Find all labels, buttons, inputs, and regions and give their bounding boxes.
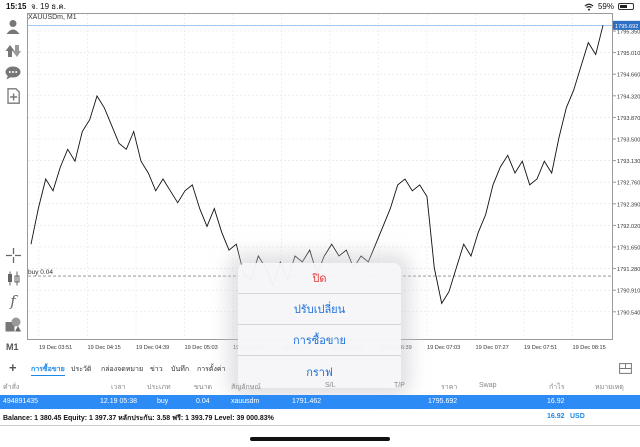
new-order-icon[interactable] xyxy=(5,88,21,104)
x-tick-label: 19 Dec 03:51 xyxy=(39,345,72,351)
col-price: ราคา xyxy=(441,384,458,391)
x-tick-label: 19 Dec 05:03 xyxy=(185,345,218,351)
status-bar: 15:15 จ. 19 ธ.ค. 59% xyxy=(0,0,640,13)
order-size: 0.04 xyxy=(196,398,210,405)
current-price-tag: 1795.692 xyxy=(615,24,638,30)
col-size: ขนาด xyxy=(194,384,213,391)
col-order: คำสั่ง xyxy=(3,384,20,391)
balance-bar: Balance: 1 380.45 Equity: 1 397.37 หลักป… xyxy=(0,409,640,426)
tab-mailbox[interactable]: กล่องจดหมาย xyxy=(101,364,143,375)
order-id: 494891435 xyxy=(3,398,39,405)
y-tick-label: 1790.910 xyxy=(617,289,640,295)
table-row[interactable]: 494891435 12.19 05:38 buy 0.04 xauusdm 1… xyxy=(0,395,640,409)
y-tick-label: 1791.650 xyxy=(617,246,640,252)
y-tick-label: 1795.350 xyxy=(617,30,640,36)
objects-icon[interactable] xyxy=(5,316,21,332)
y-tick-label: 1790.540 xyxy=(617,310,640,316)
price-axis: 1795.350 1795.010 1794.660 1794.320 1793.870… xyxy=(613,13,640,353)
add-icon[interactable]: + xyxy=(9,360,17,375)
col-type: ประเภท xyxy=(147,384,171,391)
order-price: 1795.692 xyxy=(428,398,458,405)
close-order-button[interactable]: ปิด xyxy=(238,263,401,294)
battery-icon xyxy=(618,3,634,10)
panel-toggle-icon[interactable] xyxy=(619,363,632,374)
tab-trade[interactable]: การซื้อขาย xyxy=(31,364,65,376)
order-symbol: xauusdm xyxy=(231,398,260,405)
tab-journal[interactable]: บันทึก xyxy=(171,364,189,375)
balance-currency: USD xyxy=(570,413,585,420)
y-tick-label: 1792.760 xyxy=(617,181,640,187)
x-tick-label: 19 Dec 04:39 xyxy=(136,345,169,351)
account-icon[interactable] xyxy=(5,19,21,35)
y-tick-label: 1794.660 xyxy=(617,73,640,79)
order-type: buy xyxy=(157,398,169,405)
y-tick-label: 1792.020 xyxy=(617,224,640,230)
y-tick-label: 1791.280 xyxy=(617,267,640,273)
col-time: เวลา xyxy=(111,384,126,391)
x-tick-label: 19 Dec 04:15 xyxy=(88,345,121,351)
chart-toolbar: f M1 xyxy=(0,13,27,353)
x-tick-label: 19 Dec 08:15 xyxy=(573,345,606,351)
col-symbol: สัญลักษณ์ xyxy=(231,384,261,391)
symbol-label: XAUUSDm, M1 xyxy=(28,14,77,21)
indicators-icon[interactable]: f xyxy=(5,293,21,309)
y-tick-label: 1793.130 xyxy=(617,159,640,165)
chat-icon[interactable] xyxy=(5,65,21,81)
order-open-price: 1791.462 xyxy=(292,398,322,405)
y-tick-label: 1792.390 xyxy=(617,202,640,208)
col-profit: กำไร xyxy=(549,384,565,391)
y-tick-label: 1793.500 xyxy=(617,138,640,144)
x-tick-label: 19 Dec 07:51 xyxy=(524,345,557,351)
price-axis-svg: 1795.350 1795.010 1794.660 1794.320 1793.870… xyxy=(613,20,640,316)
battery-fill xyxy=(620,5,628,8)
tab-history[interactable]: ประวัติ xyxy=(71,364,91,375)
status-time: 15:15 xyxy=(6,2,27,11)
timeframe-button[interactable]: M1 xyxy=(6,342,19,352)
status-right: 59% xyxy=(584,2,634,11)
order-profit: 16.92 xyxy=(547,398,565,405)
x-tick-label: 19 Dec 07:03 xyxy=(427,345,460,351)
candlestick-icon[interactable] xyxy=(5,270,21,286)
col-tp: T/P xyxy=(394,382,405,389)
x-tick-label: 19 Dec 07:27 xyxy=(476,345,509,351)
buy-line-label: buy 0.04 xyxy=(28,269,53,276)
orders-header: คำสั่ง เวลา ประเภท ขนาด สัญลักษณ์ S/L T/… xyxy=(0,378,640,395)
wifi-icon xyxy=(584,3,594,11)
status-date: จ. 19 ธ.ค. xyxy=(31,2,66,11)
y-tick-label: 1793.870 xyxy=(617,116,640,122)
balance-profit: 16.92 xyxy=(547,413,565,420)
trade-button[interactable]: การซื้อขาย xyxy=(238,325,401,356)
balance-text: Balance: 1 380.45 Equity: 1 397.37 หลักป… xyxy=(3,415,274,422)
order-time: 12.19 05:38 xyxy=(100,398,137,405)
y-tick-label: 1794.320 xyxy=(617,94,640,100)
col-swap: Swap xyxy=(479,382,497,389)
tab-news[interactable]: ข่าว xyxy=(150,364,163,375)
y-tick-label: 1795.010 xyxy=(617,51,640,57)
home-indicator xyxy=(250,437,390,441)
battery-percent: 59% xyxy=(597,2,614,11)
terminal-tabs: + การซื้อขาย ประวัติ กล่องจดหมาย ข่าว บั… xyxy=(0,360,640,376)
trade-arrows-icon[interactable] xyxy=(5,43,21,59)
col-comment: หมายเหตุ xyxy=(595,384,624,391)
col-sl: S/L xyxy=(325,382,336,389)
tab-settings[interactable]: การตั้งค่า xyxy=(197,364,226,375)
modify-order-button[interactable]: ปรับเปลี่ยน xyxy=(238,294,401,325)
crosshair-icon[interactable] xyxy=(5,247,21,263)
